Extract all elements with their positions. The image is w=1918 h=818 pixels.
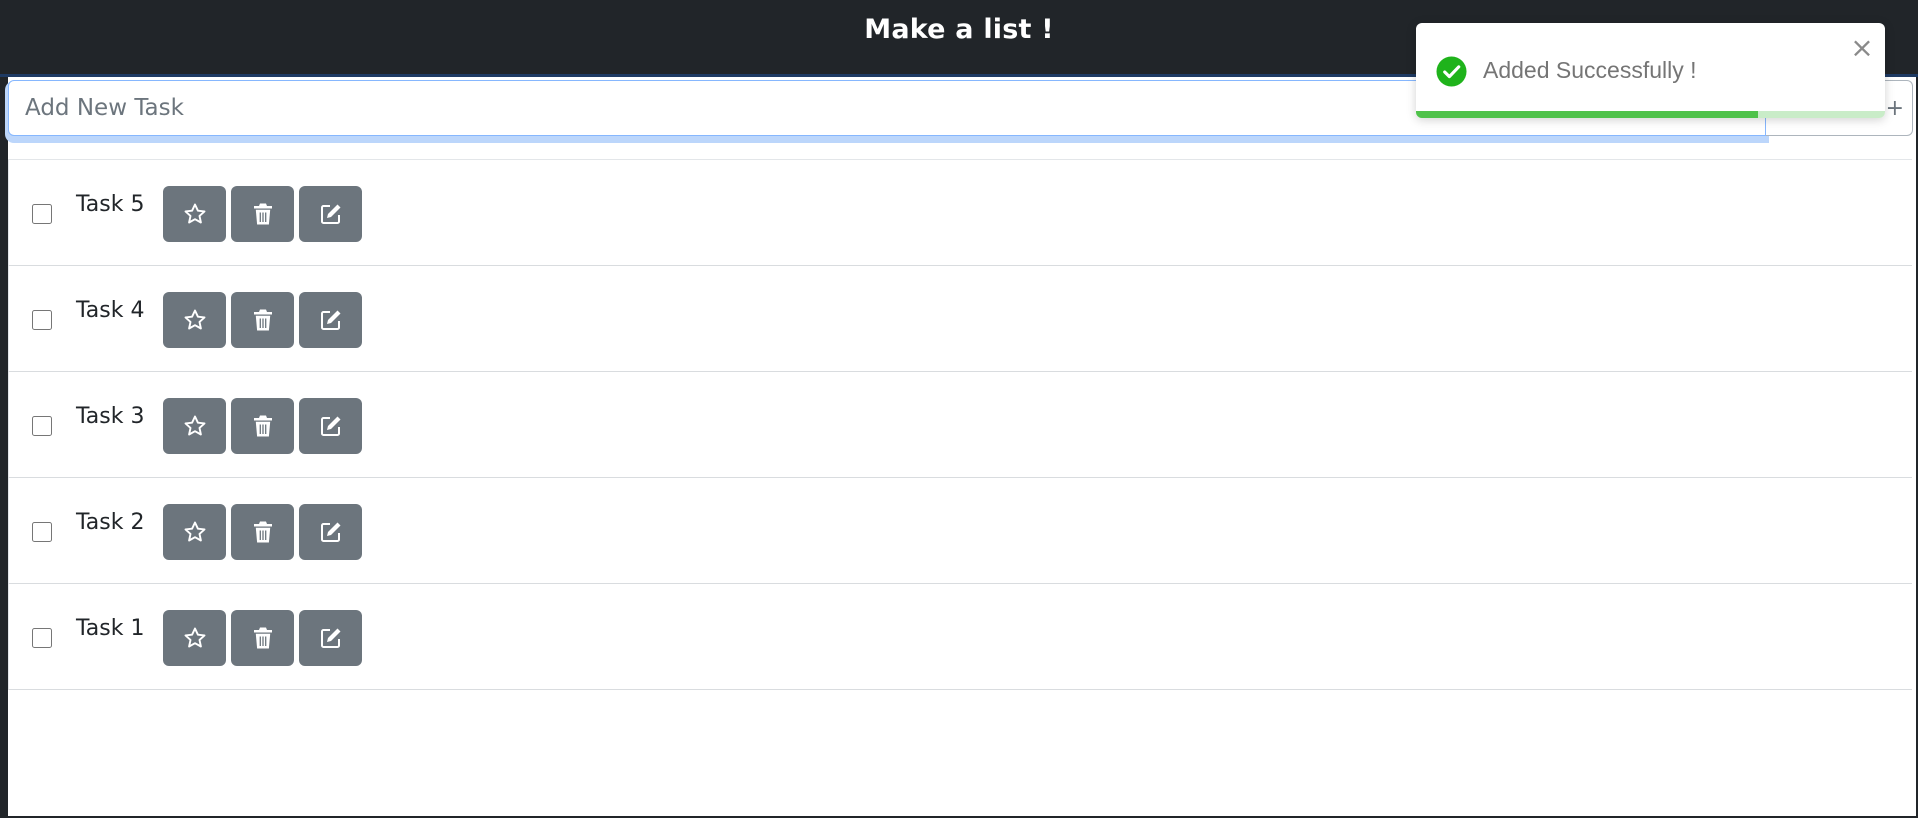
star-icon: [184, 415, 205, 436]
trash-icon: [253, 309, 272, 331]
task-label: Task 5: [76, 192, 145, 217]
toast-message: Added Successfully !: [1483, 57, 1697, 83]
trash-icon: [253, 521, 272, 543]
edit-icon: [320, 310, 340, 330]
task-checkbox[interactable]: [32, 310, 52, 330]
star-icon: [184, 627, 205, 648]
favorite-button[interactable]: [163, 504, 226, 560]
edit-icon: [320, 522, 340, 542]
star-icon: [184, 521, 205, 542]
delete-button[interactable]: [231, 610, 294, 666]
edit-button[interactable]: [299, 504, 362, 560]
toast-progress-fill: [1416, 111, 1759, 118]
favorite-button[interactable]: [163, 186, 226, 242]
task-checkbox[interactable]: [32, 416, 52, 436]
edit-button[interactable]: [299, 610, 362, 666]
delete-button[interactable]: [231, 292, 294, 348]
delete-button[interactable]: [231, 186, 294, 242]
edit-icon: [320, 204, 340, 224]
edit-button[interactable]: [299, 292, 362, 348]
favorite-button[interactable]: [163, 292, 226, 348]
trash-icon: [253, 627, 272, 649]
edit-icon: [320, 628, 340, 648]
check-circle-icon: [1436, 56, 1467, 87]
trash-icon: [253, 203, 272, 225]
task-label: Task 2: [76, 510, 145, 535]
task-checkbox[interactable]: [32, 522, 52, 542]
task-label: Task 3: [76, 404, 145, 429]
task-row: Task 3: [8, 372, 1912, 478]
star-icon: [184, 203, 205, 224]
task-row: Task 2: [8, 478, 1912, 584]
trash-icon: [253, 415, 272, 437]
edit-button[interactable]: [299, 398, 362, 454]
edit-icon: [320, 416, 340, 436]
close-icon[interactable]: ×: [1849, 34, 1875, 62]
task-row: Task 1: [8, 584, 1912, 690]
task-checkbox[interactable]: [32, 204, 52, 224]
favorite-button[interactable]: [163, 610, 226, 666]
task-list: Task 5 Task 4 Task 3 Task 2 Task 1: [8, 159, 1912, 690]
task-row: Task 5: [8, 160, 1912, 266]
task-row: Task 4: [8, 266, 1912, 372]
delete-button[interactable]: [231, 398, 294, 454]
success-toast: Added Successfully ! ×: [1416, 23, 1885, 118]
favorite-button[interactable]: [163, 398, 226, 454]
task-label: Task 1: [76, 616, 145, 641]
edit-button[interactable]: [299, 186, 362, 242]
star-icon: [184, 309, 205, 330]
task-label: Task 4: [76, 298, 145, 323]
toast-progress-bar: [1416, 111, 1885, 118]
delete-button[interactable]: [231, 504, 294, 560]
task-checkbox[interactable]: [32, 628, 52, 648]
